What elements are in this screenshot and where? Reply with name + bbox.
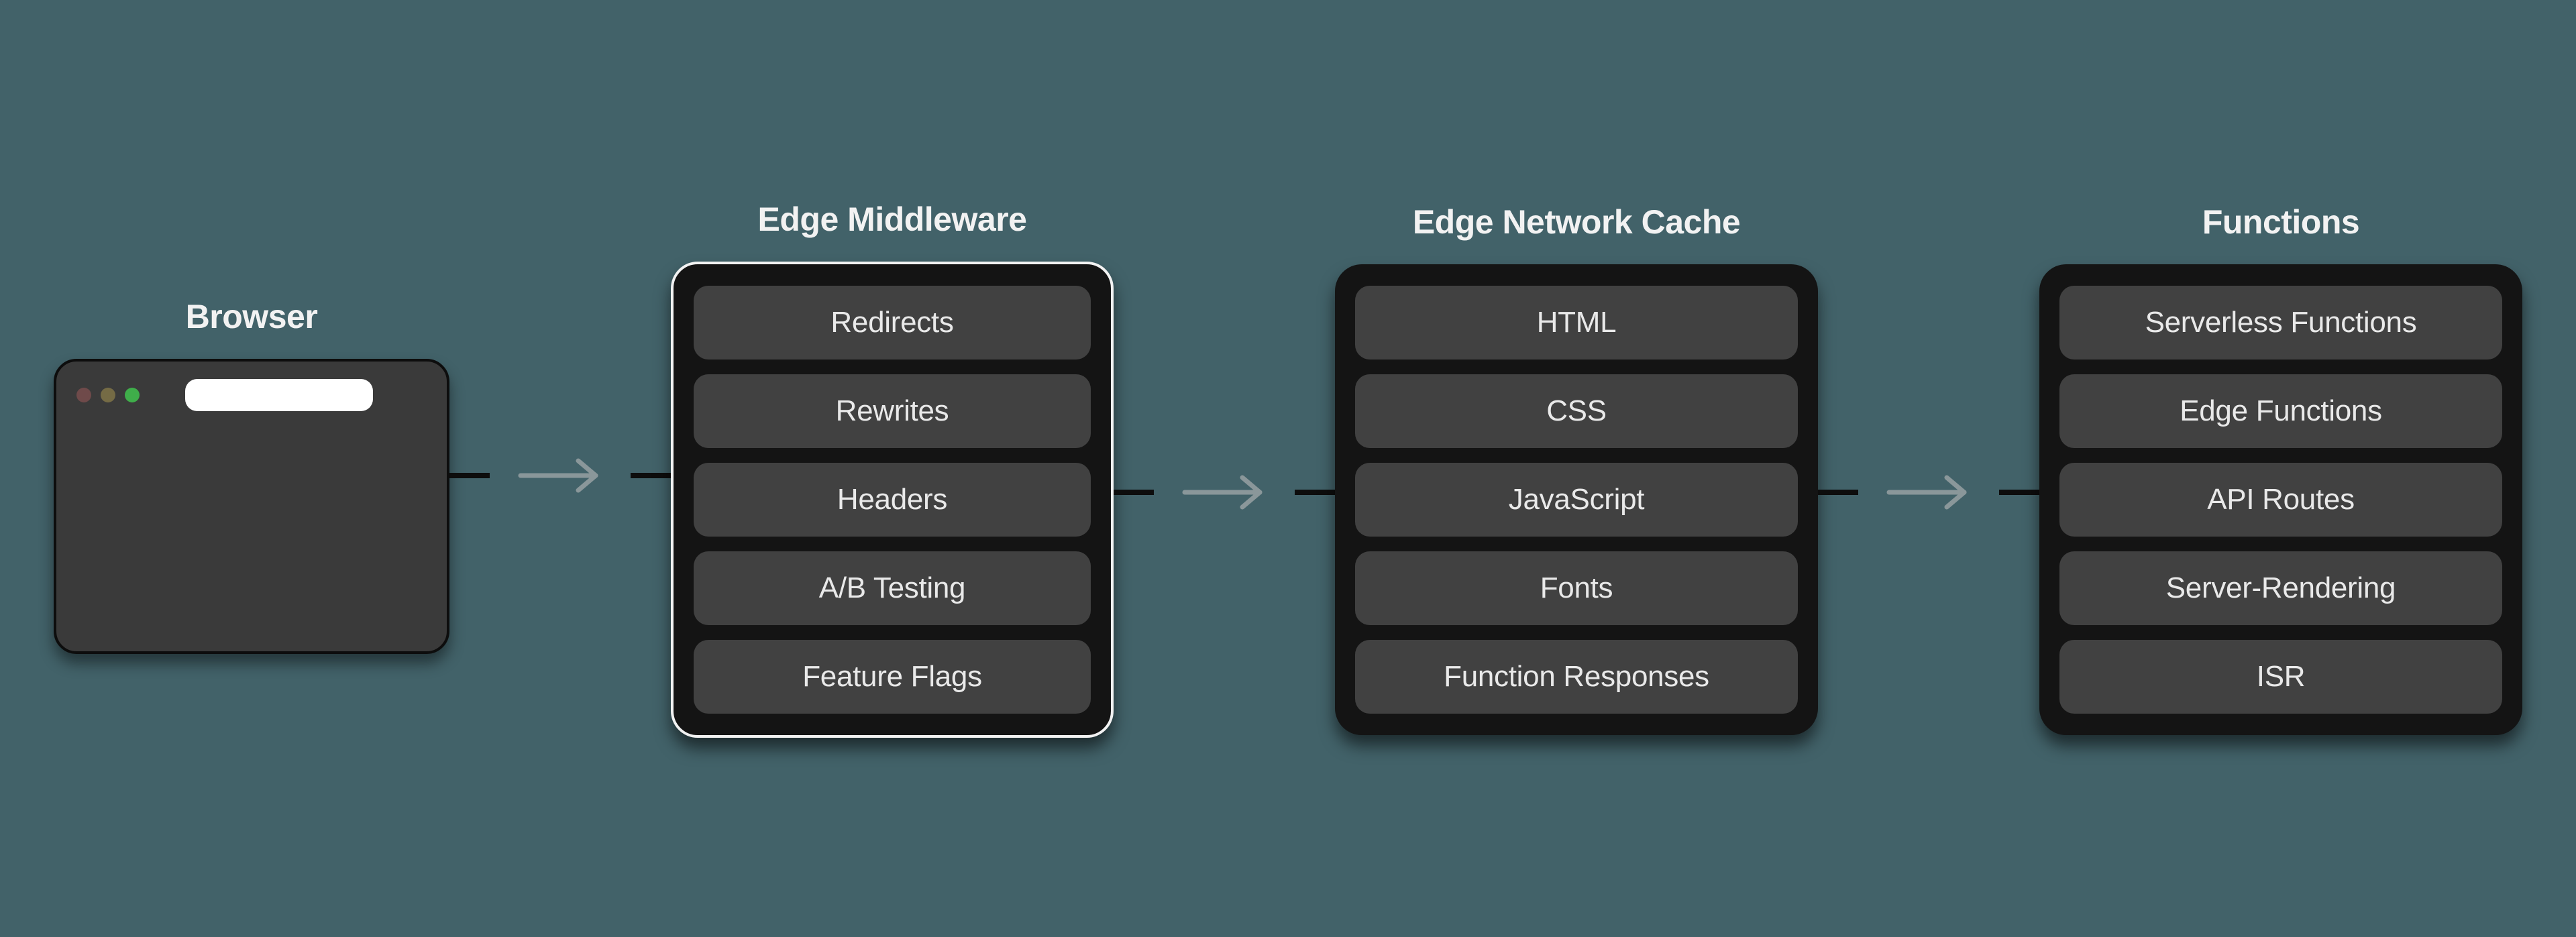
column-functions: Functions Serverless Functions Edge Func… [2039, 203, 2522, 735]
chip-css: CSS [1355, 374, 1798, 448]
connector-bar-left [1114, 490, 1154, 495]
connector-bar-right [631, 473, 671, 478]
chip-serverless-functions: Serverless Functions [2059, 286, 2502, 360]
chip-server-rendering: Server-Rendering [2059, 551, 2502, 625]
connector-3 [1818, 472, 2039, 512]
flow-row: Browser [54, 200, 2522, 738]
connector-1 [449, 455, 671, 496]
connector-2 [1114, 472, 1335, 512]
column-title-browser: Browser [186, 297, 318, 336]
arrow-right-icon [1885, 472, 1972, 512]
traffic-light-zoom-icon [125, 388, 140, 402]
traffic-lights [76, 388, 140, 402]
chip-function-responses: Function Responses [1355, 640, 1798, 714]
chip-headers: Headers [694, 463, 1091, 537]
browser-url-bar [185, 379, 373, 411]
column-title-edge-network-cache: Edge Network Cache [1413, 203, 1740, 241]
panel-functions: Serverless Functions Edge Functions API … [2039, 264, 2522, 735]
column-edge-network-cache: Edge Network Cache HTML CSS JavaScript F… [1335, 203, 1818, 735]
chip-redirects: Redirects [694, 286, 1091, 360]
chip-ab-testing: A/B Testing [694, 551, 1091, 625]
connector-bar-left [1818, 490, 1858, 495]
connector-bar-right [1295, 490, 1335, 495]
column-browser: Browser [54, 297, 449, 654]
arrow-right-icon [1181, 472, 1268, 512]
chip-rewrites: Rewrites [694, 374, 1091, 448]
connector-bar-left [449, 473, 490, 478]
chip-fonts: Fonts [1355, 551, 1798, 625]
diagram-stage: Browser [0, 0, 2576, 937]
traffic-light-minimize-icon [101, 388, 115, 402]
chip-feature-flags: Feature Flags [694, 640, 1091, 714]
chip-api-routes: API Routes [2059, 463, 2502, 537]
panel-edge-network-cache: HTML CSS JavaScript Fonts Function Respo… [1335, 264, 1818, 735]
browser-window [54, 359, 449, 654]
column-edge-middleware: Edge Middleware Redirects Rewrites Heade… [671, 200, 1114, 738]
panel-edge-middleware: Redirects Rewrites Headers A/B Testing F… [671, 262, 1114, 738]
browser-titlebar [76, 379, 427, 411]
chip-edge-functions: Edge Functions [2059, 374, 2502, 448]
column-title-functions: Functions [2202, 203, 2359, 241]
chip-isr: ISR [2059, 640, 2502, 714]
traffic-light-close-icon [76, 388, 91, 402]
arrow-right-icon [517, 455, 604, 496]
column-title-edge-middleware: Edge Middleware [758, 200, 1027, 239]
connector-bar-right [1999, 490, 2039, 495]
browser-viewport [76, 411, 427, 634]
chip-javascript: JavaScript [1355, 463, 1798, 537]
chip-html: HTML [1355, 286, 1798, 360]
